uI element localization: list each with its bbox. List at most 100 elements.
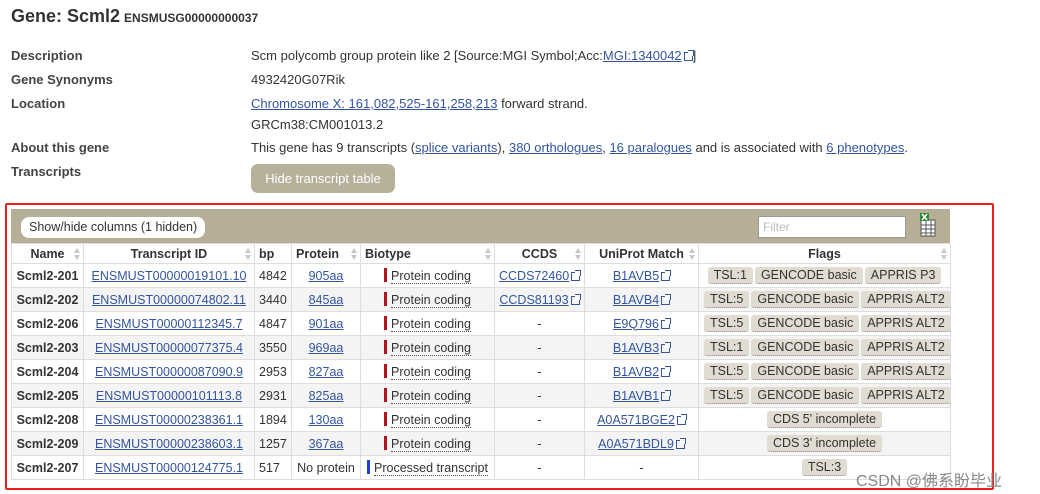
mgi-link[interactable]: MGI:1340042 [603, 48, 682, 63]
column-header-uniprot[interactable]: UniProt Match [584, 243, 699, 264]
biotype-color-bar [384, 364, 388, 378]
sort-icon [689, 248, 695, 260]
flags-cell: TSL:5 GENCODE basic APPRIS ALT2 [698, 359, 951, 384]
header-label: Biotype [365, 246, 411, 261]
biotype-cell: Protein coding [360, 407, 495, 432]
flag-badge: CDS 5' incomplete [766, 411, 883, 428]
flags-cell: TSL:5 GENCODE basic APPRIS ALT2 [698, 287, 951, 312]
uniprot-link[interactable]: B1AVB1 [613, 389, 659, 403]
column-header-ccds[interactable]: CCDS [494, 243, 585, 264]
table-row: Scml2-203 ENSMUST00000077375.4 3550 969aa Pr… [11, 335, 951, 360]
column-header-transcript-id[interactable]: Transcript ID [83, 243, 255, 264]
uniprot-cell: B1AVB2 [584, 359, 699, 384]
transcript-id-cell: ENSMUST00000124775.1 [83, 455, 255, 480]
transcript-id-link[interactable]: ENSMUST00000124775.1 [95, 461, 243, 475]
flag-badge: APPRIS P3 [864, 267, 942, 284]
column-header-name[interactable]: Name [11, 243, 84, 264]
protein-cell: 901aa [291, 311, 361, 336]
uniprot-link[interactable]: B1AVB2 [613, 365, 659, 379]
protein-link[interactable]: 901aa [309, 317, 344, 331]
table-row: Scml2-208 ENSMUST00000238361.1 1894 130aa Pr… [11, 407, 951, 432]
splice-variants-link[interactable]: splice variants [415, 140, 497, 155]
flag-badge: GENCODE basic [751, 387, 860, 404]
uniprot-link[interactable]: A0A571BGE2 [597, 413, 675, 427]
uniprot-cell: A0A571BGE2 [584, 407, 699, 432]
flag-badge: TSL:3 [801, 459, 848, 476]
uniprot-link[interactable]: B1AVB5 [613, 269, 659, 283]
protein-link[interactable]: 827aa [309, 365, 344, 379]
ccds-link[interactable]: CCDS72460 [499, 269, 569, 283]
ccds-empty: - [537, 364, 542, 379]
uniprot-link[interactable]: B1AVB4 [613, 293, 659, 307]
flag-badge: APPRIS ALT2 [861, 315, 950, 332]
bp-cell: 2953 [254, 359, 292, 384]
protein-link[interactable]: 845aa [309, 293, 344, 307]
protein-cell: 827aa [291, 359, 361, 384]
column-header-flags[interactable]: Flags [698, 243, 951, 264]
transcript-id-link[interactable]: ENSMUST00000112345.7 [95, 317, 242, 331]
bp-cell: 1257 [254, 431, 292, 456]
protein-link[interactable]: 367aa [309, 437, 344, 451]
biotype-color-bar [367, 460, 371, 474]
paralogues-link[interactable]: 16 paralogues [609, 140, 691, 155]
column-header-biotype[interactable]: Biotype [360, 243, 495, 264]
transcript-id-link[interactable]: ENSMUST00000019101.10 [92, 269, 247, 283]
transcript-id-link[interactable]: ENSMUST00000238603.1 [95, 437, 243, 451]
export-spreadsheet-icon[interactable] [919, 213, 937, 237]
transcript-id-link[interactable]: ENSMUST00000074802.11 [92, 293, 246, 307]
chromosome-link[interactable]: Chromosome X: 161,082,525-161,258,213 [251, 96, 497, 111]
column-header-protein[interactable]: Protein [291, 243, 361, 264]
transcript-id-link[interactable]: ENSMUST00000101113.8 [96, 389, 242, 403]
filter-input[interactable] [758, 216, 906, 238]
description-row: Description Scm polycomb group protein l… [11, 48, 1011, 68]
transcript-id-cell: ENSMUST00000077375.4 [83, 335, 255, 360]
flag-badge: APPRIS ALT2 [861, 363, 950, 380]
uniprot-link[interactable]: E9Q796 [613, 317, 659, 331]
orthologues-link[interactable]: 380 orthologues [509, 140, 602, 155]
transcript-name: Scml2-201 [11, 263, 84, 288]
transcript-id-cell: ENSMUST00000238361.1 [83, 407, 255, 432]
synonyms-value: 4932420G07Rik [251, 72, 345, 87]
flag-badge: TSL:5 [704, 387, 750, 404]
biotype-label: Protein coding [391, 293, 471, 308]
ccds-link[interactable]: CCDS81193 [499, 293, 568, 307]
phenotypes-link[interactable]: 6 phenotypes [826, 140, 904, 155]
flag-badge: GENCODE basic [751, 363, 860, 380]
transcript-name: Scml2-206 [11, 311, 84, 336]
about-text: and is associated with [691, 140, 827, 155]
transcript-id-cell: ENSMUST00000087090.9 [83, 359, 255, 384]
location-label: Location [11, 96, 66, 111]
column-header-bp[interactable]: bp [254, 243, 292, 264]
sort-icon [245, 248, 251, 260]
transcript-name: Scml2-208 [11, 407, 84, 432]
ccds-cell: - [494, 455, 585, 480]
protein-link[interactable]: 969aa [309, 341, 344, 355]
ccds-cell: - [494, 383, 585, 408]
sort-icon [485, 248, 491, 260]
assembly-value: GRCm38:CM001013.2 [251, 117, 384, 132]
biotype-color-bar [384, 436, 388, 450]
show-hide-columns-button[interactable]: Show/hide columns (1 hidden) [21, 217, 206, 238]
gene-title: Gene: Scml2 [11, 6, 121, 26]
uniprot-link[interactable]: B1AVB3 [613, 341, 659, 355]
transcript-id-link[interactable]: ENSMUST00000238361.1 [95, 413, 243, 427]
hide-transcript-table-button[interactable]: Hide transcript table [251, 164, 395, 193]
biotype-cell: Protein coding [360, 431, 495, 456]
protein-cell: 825aa [291, 383, 361, 408]
uniprot-link[interactable]: A0A571BDL9 [598, 437, 674, 451]
ccds-empty: - [537, 340, 542, 355]
external-link-icon [675, 437, 686, 449]
flag-badge: APPRIS ALT2 [861, 339, 950, 356]
flag-badge: GENCODE basic [751, 339, 860, 356]
ccds-empty: - [537, 412, 542, 427]
transcripts-label: Transcripts [11, 164, 82, 179]
uniprot-cell: E9Q796 [584, 311, 699, 336]
protein-link[interactable]: 825aa [309, 389, 344, 403]
synonyms-row: Gene Synonyms 4932420G07Rik [11, 72, 1011, 92]
bp-cell: 1894 [254, 407, 292, 432]
bp-cell: 4842 [254, 263, 292, 288]
transcript-id-link[interactable]: ENSMUST00000077375.4 [95, 341, 243, 355]
transcript-id-link[interactable]: ENSMUST00000087090.9 [95, 365, 243, 379]
protein-link[interactable]: 905aa [309, 269, 344, 283]
protein-link[interactable]: 130aa [309, 413, 344, 427]
